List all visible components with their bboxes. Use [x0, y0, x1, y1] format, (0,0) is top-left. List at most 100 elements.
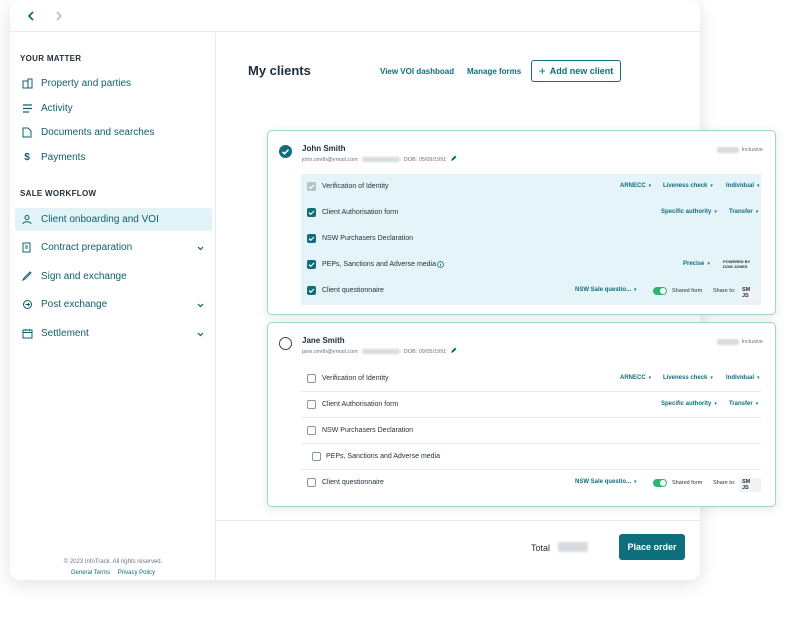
- checkbox-unchecked[interactable]: [307, 478, 316, 487]
- add-new-client-label: Add new client: [549, 66, 614, 76]
- sidebar-item-label: Contract preparation: [41, 242, 133, 253]
- service-row-purchasers-declaration: NSW Purchasers Declaration: [301, 226, 761, 252]
- service-label: Client questionnaire: [322, 479, 384, 486]
- shared-form-toggle[interactable]: [653, 287, 667, 295]
- service-row-authorisation: Client Authorisation form Specific autho…: [301, 200, 761, 226]
- plus-icon: +: [538, 64, 546, 78]
- dow-jones-logo: POWERED BY DOW JONES: [723, 259, 751, 269]
- specific-authority-dropdown[interactable]: Specific authority ▾: [661, 209, 717, 215]
- liveness-check-dropdown[interactable]: Liveness check ▾: [663, 375, 713, 381]
- client-name: John Smith: [302, 144, 346, 153]
- individual-dropdown[interactable]: Individual ▾: [726, 183, 760, 189]
- service-label: NSW Purchasers Declaration: [322, 235, 414, 242]
- back-arrow-icon[interactable]: [24, 9, 38, 23]
- document-icon: [21, 127, 33, 139]
- service-label: PEPs, Sanctions and Adverse media: [322, 261, 437, 268]
- sidebar-item-sign-and-exchange[interactable]: Sign and exchange: [15, 265, 212, 288]
- precise-dropdown[interactable]: Precise ▾: [683, 261, 710, 267]
- questionnaire-dropdown[interactable]: NSW Sale questio... ▾: [575, 479, 637, 485]
- sidebar-item-documents[interactable]: Documents and searches: [15, 121, 212, 144]
- service-row-questionnaire: Client questionnaire NSW Sale questio...…: [301, 470, 761, 496]
- sidebar-item-label: Settlement: [41, 328, 89, 339]
- place-order-button[interactable]: Place order: [619, 534, 685, 560]
- sidebar: YOUR MATTER Property and parties Activit…: [10, 33, 216, 580]
- sidebar-item-client-onboarding[interactable]: Client onboarding and VOI: [15, 208, 212, 231]
- share-to-chip[interactable]: SM JS: [739, 478, 761, 492]
- checkbox-checked[interactable]: [307, 286, 316, 295]
- shared-form-toggle[interactable]: [653, 479, 667, 487]
- sidebar-item-label: Sign and exchange: [41, 271, 127, 282]
- specific-authority-dropdown[interactable]: Specific authority ▾: [661, 401, 717, 407]
- add-new-client-button[interactable]: + Add new client: [531, 60, 621, 82]
- liveness-check-dropdown[interactable]: Liveness check ▾: [663, 183, 713, 189]
- your-matter-heading: YOUR MATTER: [20, 54, 82, 63]
- activity-list-icon: [21, 103, 33, 115]
- chevron-down-icon[interactable]: [197, 300, 204, 311]
- sidebar-item-post-exchange[interactable]: Post exchange: [15, 293, 212, 316]
- price-redacted: [716, 339, 739, 345]
- individual-dropdown[interactable]: Individual ▾: [726, 375, 760, 381]
- sidebar-item-label: Payments: [41, 152, 86, 163]
- sidebar-item-property-and-parties[interactable]: Property and parties: [15, 72, 212, 95]
- transfer-dropdown[interactable]: Transfer ▾: [729, 209, 758, 215]
- info-icon[interactable]: [437, 261, 444, 270]
- service-label: NSW Purchasers Declaration: [322, 427, 414, 434]
- top-bar: [10, 0, 700, 32]
- checkbox-unchecked[interactable]: [312, 452, 321, 461]
- shared-form-label: Shared form: [672, 288, 703, 294]
- client-meta: john.smith@email.com DOB: 05/09/1991: [302, 155, 457, 164]
- checkbox-checked[interactable]: [307, 208, 316, 217]
- sidebar-item-activity[interactable]: Activity: [15, 97, 212, 120]
- checkbox-unchecked[interactable]: [307, 400, 316, 409]
- sidebar-item-label: Documents and searches: [41, 127, 155, 138]
- person-icon: [21, 214, 33, 226]
- client-name: Jane Smith: [302, 336, 345, 345]
- manage-forms-link[interactable]: Manage forms: [467, 67, 521, 76]
- price-redacted: [716, 147, 739, 153]
- sidebar-item-contract-preparation[interactable]: Contract preparation: [15, 236, 212, 259]
- chevron-down-icon[interactable]: [197, 329, 204, 340]
- privacy-policy-link[interactable]: Privacy Policy: [118, 570, 155, 576]
- client-email: jane.smith@email.com: [302, 348, 358, 355]
- checkbox-unchecked[interactable]: [307, 426, 316, 435]
- service-row-voi: Verification of Identity ARNECC ▾ Livenes…: [301, 174, 761, 200]
- client-dob: DOB: 09/05/1991: [403, 348, 447, 355]
- transfer-dropdown[interactable]: Transfer ▾: [729, 401, 758, 407]
- share-to-chip[interactable]: SM JS: [739, 286, 761, 300]
- general-terms-link[interactable]: General Terms: [71, 570, 110, 576]
- buildings-icon: [21, 78, 33, 90]
- sidebar-item-settlement[interactable]: Settlement: [15, 322, 212, 345]
- shared-form-label: Shared form: [672, 480, 703, 486]
- service-row-peps: PEPs, Sanctions and Adverse media Precis…: [301, 252, 761, 278]
- questionnaire-dropdown[interactable]: NSW Sale questio... ▾: [575, 287, 637, 293]
- dollar-icon: $: [24, 152, 30, 163]
- phone-redacted: [361, 349, 400, 354]
- client-services-list: Verification of Identity ARNECC ▾ Livenes…: [301, 366, 761, 497]
- service-row-authorisation: Client Authorisation form Specific autho…: [301, 392, 761, 418]
- arnecc-dropdown[interactable]: ARNECC ▾: [620, 183, 651, 189]
- checkbox-unchecked[interactable]: [307, 374, 316, 383]
- client-select-radio[interactable]: [279, 145, 292, 158]
- client-dob: DOB: 05/09/1991: [403, 156, 447, 163]
- client-price: Inclusive: [716, 147, 763, 153]
- sign-icon: [21, 271, 33, 283]
- arnecc-dropdown[interactable]: ARNECC ▾: [620, 375, 651, 381]
- view-voi-dashboard-link[interactable]: View VOI dashboad: [380, 67, 454, 76]
- edit-pencil-icon[interactable]: [450, 347, 457, 356]
- forward-arrow-icon[interactable]: [52, 9, 66, 23]
- sidebar-item-payments[interactable]: $ Payments: [15, 146, 212, 169]
- service-label: Client Authorisation form: [322, 401, 399, 408]
- sidebar-item-label: Property and parties: [41, 78, 132, 89]
- service-label: Client questionnaire: [322, 287, 384, 294]
- service-row-peps: PEPs, Sanctions and Adverse media: [301, 444, 761, 470]
- checkbox-checked[interactable]: [307, 234, 316, 243]
- client-card-john-smith: John Smith john.smith@email.com DOB: 05/…: [267, 130, 776, 315]
- price-note: Inclusive: [741, 147, 763, 153]
- share-to-label: Share to:: [713, 288, 736, 294]
- edit-pencil-icon[interactable]: [450, 155, 457, 164]
- client-select-radio[interactable]: [279, 337, 292, 350]
- page-title: My clients: [248, 63, 311, 78]
- checkbox-checked[interactable]: [307, 260, 316, 269]
- client-meta: jane.smith@email.com DOB: 09/05/1991: [302, 347, 457, 356]
- chevron-down-icon[interactable]: [197, 243, 204, 254]
